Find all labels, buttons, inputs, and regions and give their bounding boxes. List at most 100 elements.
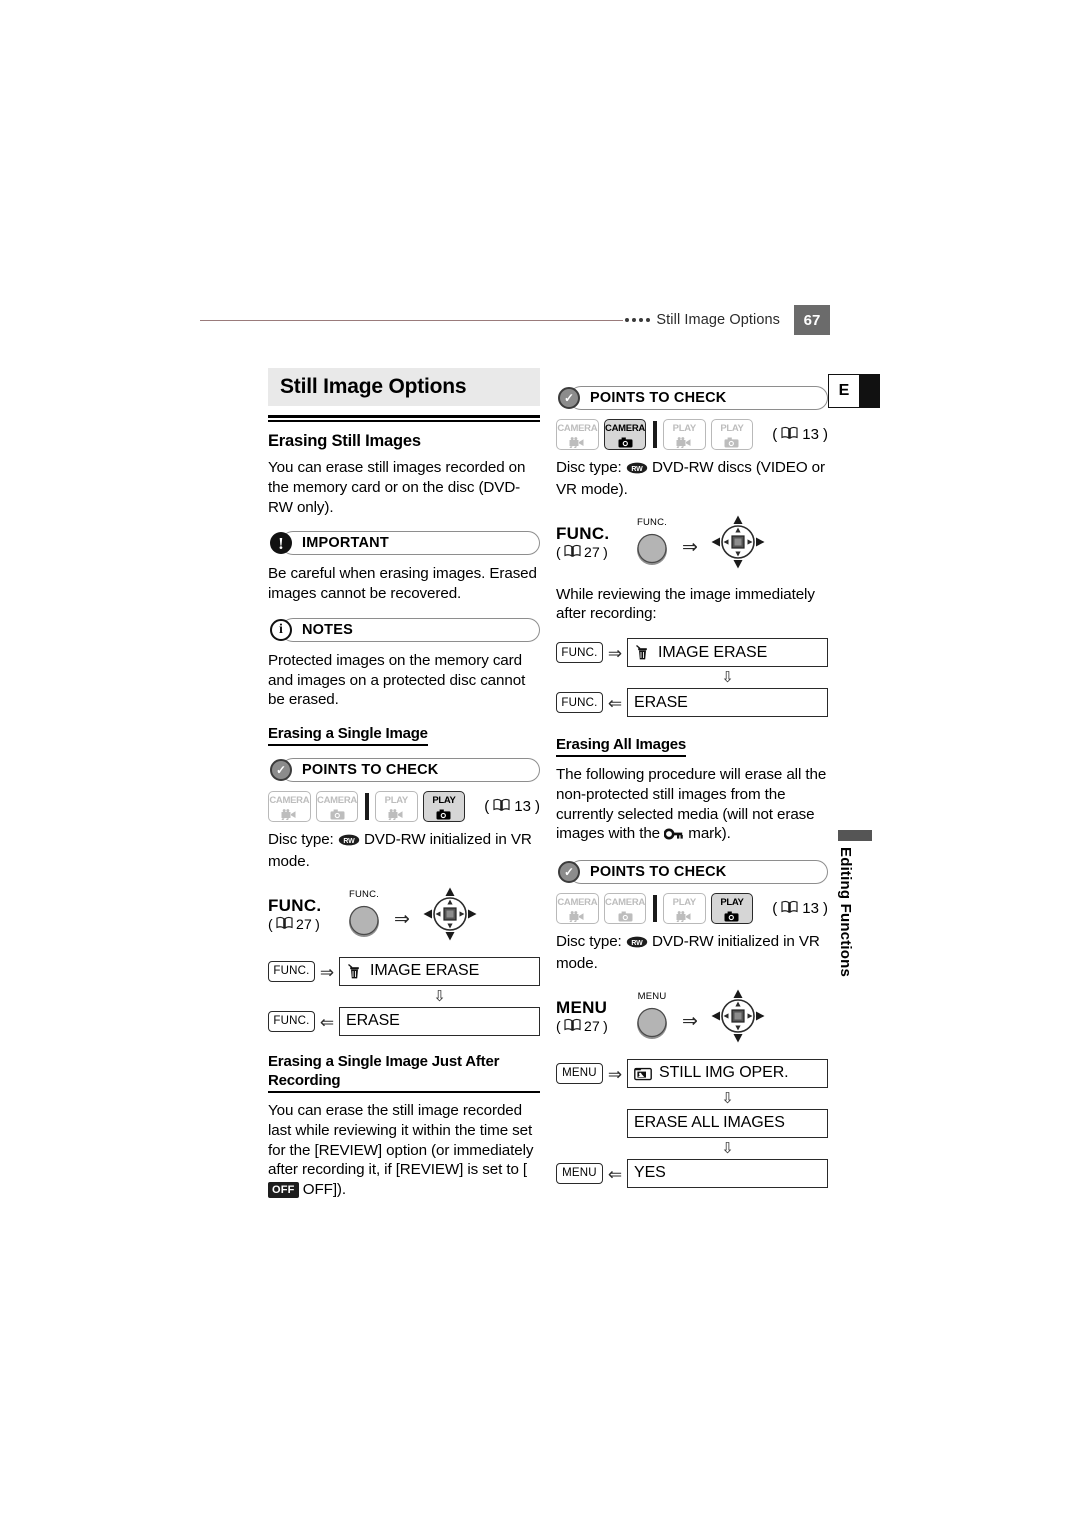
title-double-rule (268, 415, 540, 422)
page-number-badge: 67 (794, 305, 830, 335)
menu-option-label: STILL IMG OPER. (659, 1064, 789, 1082)
callout-points-to-check-2: ✓ POINTS TO CHECK (556, 386, 828, 410)
callout-points-to-check-3: ✓ POINTS TO CHECK (556, 860, 828, 885)
header-dots-icon (625, 318, 651, 322)
mode-button-label: PLAY (720, 896, 744, 908)
mode-button-camera-movie[interactable]: CAMERA (268, 791, 311, 823)
flow-down-arrow-icon: ⇩ (721, 1139, 734, 1157)
menu-option-box[interactable]: STILL IMG OPER. (627, 1058, 828, 1088)
edition-marker: E (828, 374, 880, 408)
mode-button-play-movie[interactable]: PLAY (662, 419, 706, 450)
menu-flow-step: ERASE ALL IMAGES (556, 1108, 828, 1138)
menu-option-box[interactable]: IMAGE ERASE (627, 638, 828, 667)
flow-down-arrow-icon: ⇩ (721, 669, 734, 686)
movie-camera-icon (676, 435, 693, 449)
menu-option-label: ERASE (346, 1012, 400, 1030)
movie-camera-icon (281, 807, 298, 821)
hardware-button-func[interactable]: FUNC. (336, 889, 392, 940)
mode-button-camera-still[interactable]: CAMERA (603, 893, 647, 925)
flow-arrow-icon: ⇒ (607, 644, 623, 663)
important-icon: ! (268, 531, 294, 555)
header-rule (200, 319, 624, 321)
just-after-recording-text: You can erase the still image recorded l… (268, 1102, 534, 1199)
callout-important-label: IMPORTANT (300, 535, 394, 552)
trash-can-icon (634, 644, 651, 661)
callout-notes-label: NOTES (300, 621, 358, 638)
callout-notes: i NOTES (268, 617, 540, 642)
flow-key-spacer (556, 1113, 603, 1134)
mode-button-label: CAMERA (605, 896, 645, 908)
subsection-heading-just-after-recording: Erasing a Single Image Just After Record… (268, 1052, 540, 1094)
operation-key-label: FUNC. ( 27) (556, 524, 618, 561)
svg-text:RW: RW (343, 838, 355, 845)
hardware-button-func[interactable]: FUNC. (624, 517, 680, 568)
mode-button-camera-still[interactable]: CAMERA (315, 791, 359, 823)
movie-camera-icon (569, 435, 586, 449)
still-camera-icon (724, 909, 739, 922)
edition-letter: E (828, 374, 860, 408)
operation-page-ref: ( 27) (556, 544, 609, 561)
menu-flow-erase-all: MENU ⇒ STILL IMG OPER. ⇩ ERASE ALL IMAGES ⇩ ME… (556, 1058, 828, 1188)
dvd-rw-disc-icon: RW (626, 460, 648, 480)
mode-button-label: CAMERA (557, 422, 598, 434)
notes-text: Protected images on the memory card and … (268, 651, 526, 709)
section-heading-erasing-still-images: Erasing Still Images (268, 432, 421, 450)
mode-page-reference: (13) (772, 900, 828, 918)
chapter-tab-label: Editing Functions (837, 847, 854, 978)
book-icon (276, 916, 293, 932)
checklist-icon: ✓ (556, 386, 582, 410)
mode-button-play-still[interactable]: PLAY (710, 893, 754, 925)
important-text: Be careful when erasing images. Erased i… (268, 565, 537, 602)
mode-button-camera-movie[interactable]: CAMERA (556, 419, 599, 450)
flow-arrow-icon: ⇐ (607, 694, 623, 713)
mode-button-label: PLAY (720, 422, 744, 434)
menu-option-box[interactable]: IMAGE ERASE (339, 956, 540, 986)
mode-button-play-movie[interactable]: PLAY (374, 791, 418, 823)
header-title: Still Image Options (656, 312, 780, 328)
mode-page-reference: (13) (484, 798, 540, 816)
book-icon (781, 900, 798, 917)
menu-flow-step: FUNC. ⇒ IMAGE ERASE (268, 956, 540, 986)
flow-arrow-icon: ⇐ (319, 1012, 335, 1032)
mode-button-camera-still[interactable]: CAMERA (603, 419, 647, 450)
arrow-right-icon: ⇒ (394, 908, 410, 930)
svg-text:RW: RW (631, 466, 643, 473)
page-running-header: Still Image Options 67 (200, 300, 830, 340)
mode-button-play-movie[interactable]: PLAY (662, 893, 706, 925)
disc-type-line-review: Disc type: RW DVD-RW discs (VIDEO or VR … (556, 458, 828, 500)
menu-button-icon (637, 1007, 667, 1039)
menu-flow-step: FUNC. ⇒ IMAGE ERASE (556, 638, 828, 667)
flow-key-func[interactable]: FUNC. (268, 960, 315, 982)
chapter-title-band: Still Image Options (268, 368, 540, 406)
menu-option-label: YES (634, 1164, 666, 1182)
dvd-rw-disc-icon: RW (626, 934, 648, 954)
menu-option-box[interactable]: ERASE (339, 1006, 540, 1036)
mode-button-label: CAMERA (269, 794, 310, 806)
mode-button-camera-movie[interactable]: CAMERA (556, 893, 599, 925)
menu-option-box[interactable]: ERASE ALL IMAGES (627, 1108, 828, 1138)
flow-key-menu[interactable]: MENU (556, 1162, 603, 1184)
book-icon (564, 544, 581, 560)
flow-key-func[interactable]: FUNC. (556, 692, 603, 713)
flow-key-menu[interactable]: MENU (556, 1062, 603, 1084)
flow-key-func[interactable]: FUNC. (268, 1010, 315, 1032)
flow-key-func[interactable]: FUNC. (556, 642, 603, 663)
erasing-all-images-text: The following procedure will erase all t… (556, 765, 828, 846)
mode-button-play-still[interactable]: PLAY (710, 419, 754, 450)
hardware-button-menu[interactable]: MENU (624, 991, 680, 1042)
mode-button-label: CAMERA (317, 794, 357, 806)
mode-group-divider (365, 793, 369, 821)
mode-button-play-still[interactable]: PLAY (422, 791, 466, 823)
menu-flow-step: MENU ⇒ STILL IMG OPER. (556, 1058, 828, 1088)
section-intro-text: You can erase still images recorded on t… (268, 459, 526, 516)
mode-page-reference: (13) (772, 426, 828, 443)
menu-flow-step: FUNC. ⇐ ERASE (268, 1006, 540, 1036)
menu-option-box[interactable]: YES (627, 1158, 828, 1188)
arrow-right-icon: ⇒ (682, 1010, 698, 1032)
joystick-icon (418, 886, 482, 947)
chapter-tab-bar (838, 830, 872, 841)
menu-option-box[interactable]: ERASE (627, 688, 828, 717)
flow-arrow-icon: ⇒ (607, 1064, 623, 1084)
mode-button-label: PLAY (384, 794, 409, 806)
menu-option-label: ERASE (634, 693, 688, 711)
